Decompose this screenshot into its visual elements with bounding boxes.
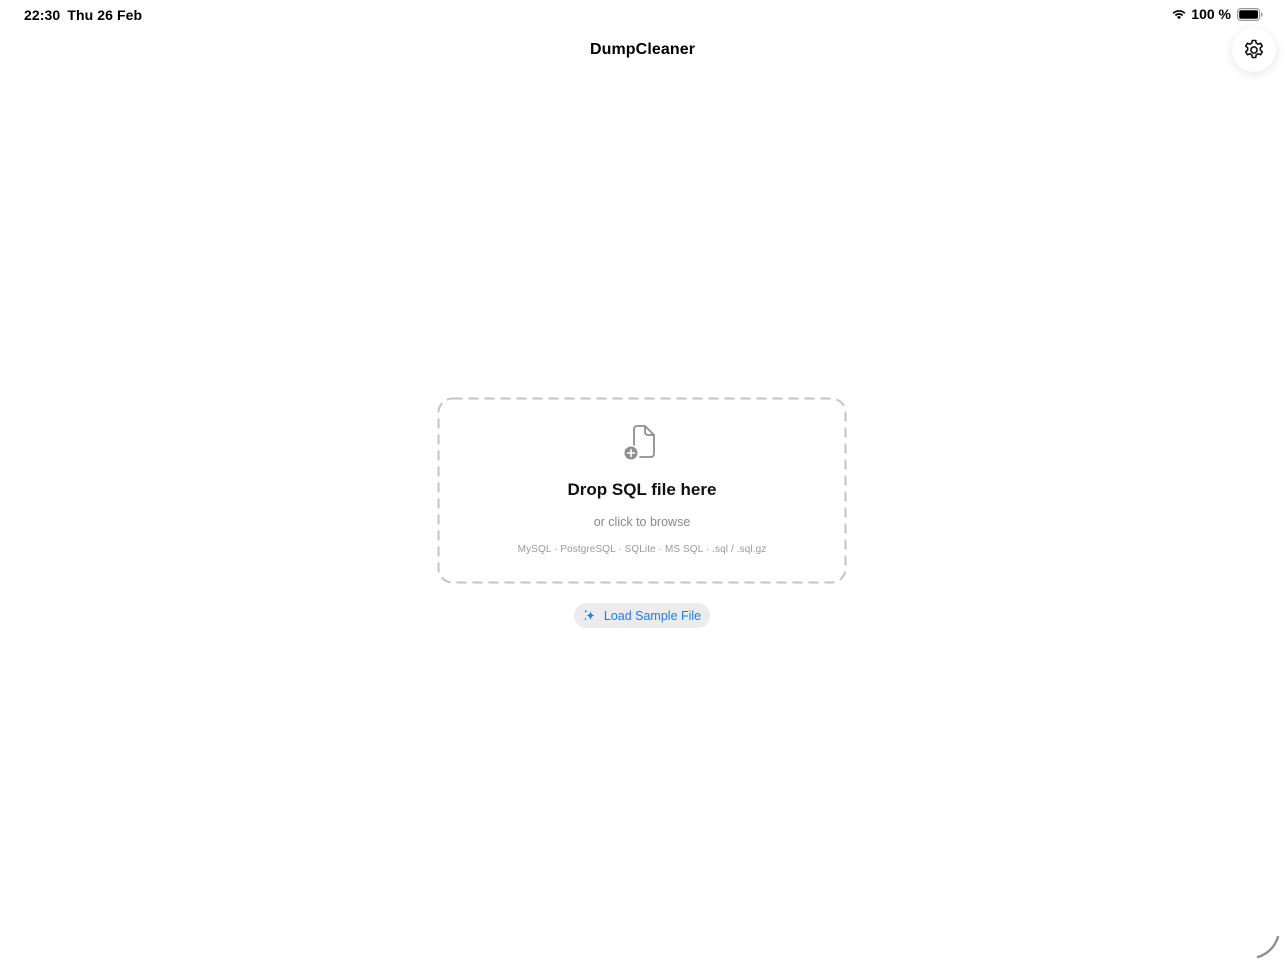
status-bar: 22:30 Thu 26 Feb 100 % — [0, 0, 1285, 30]
doc-badge-plus-icon — [624, 425, 655, 460]
resize-corner-icon[interactable] — [1255, 934, 1281, 960]
gear-icon — [1244, 39, 1264, 59]
sparkles-icon — [584, 609, 595, 621]
status-time: 22:30 — [24, 7, 61, 23]
drop-title: Drop SQL file here — [567, 480, 717, 499]
status-indicators: 100 % — [1171, 6, 1263, 22]
settings-button[interactable] — [1232, 28, 1276, 72]
supported-formats: MySQL · PostgreSQL · SQLite · MS SQL · .… — [517, 544, 767, 555]
battery-percent: 100 % — [1191, 6, 1231, 22]
wifi-icon — [1172, 10, 1186, 20]
load-sample-button[interactable]: Load Sample File — [574, 603, 710, 628]
status-time-date: 22:30 Thu 26 Feb — [24, 7, 142, 23]
status-date: Thu 26 Feb — [67, 7, 143, 23]
page-title: DumpCleaner — [589, 41, 696, 58]
load-sample-label: Load Sample File — [603, 608, 702, 623]
browse-hint: or click to browse — [593, 515, 691, 529]
battery-icon — [1237, 7, 1263, 21]
app-screen: 22:30 Thu 26 Feb 100 % DumpCleaner Drop … — [0, 0, 1285, 964]
